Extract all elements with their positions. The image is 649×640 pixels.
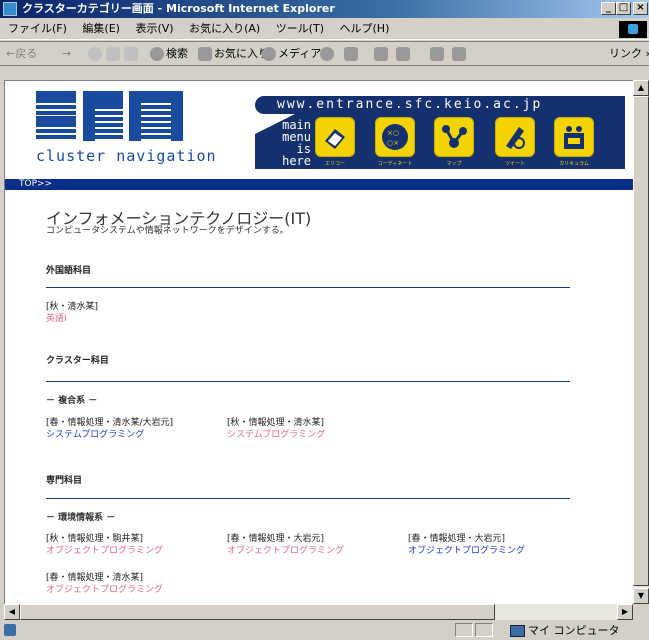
status-pane: [455, 623, 473, 637]
section-divider: [46, 381, 570, 382]
security-zone: マイ コンピュータ: [510, 622, 620, 640]
nav-label: エリコー: [324, 161, 345, 167]
history-icon[interactable]: [320, 42, 336, 65]
course-item: [秋・情報処理・駒井某] オブジェクトプログラミング: [46, 533, 226, 557]
section-divider: [46, 287, 570, 288]
status-pane: [475, 623, 493, 637]
home-icon[interactable]: [124, 42, 140, 65]
links-button[interactable]: リンク »: [609, 42, 649, 65]
back-button[interactable]: ←戻る: [6, 42, 37, 65]
nav-write-button[interactable]: [495, 117, 535, 157]
page-subtitle: コンピュータシステムや情報ネットワークをデザインする。: [46, 226, 289, 236]
menu-edit[interactable]: 編集(E): [82, 22, 120, 35]
forward-button[interactable]: →: [62, 42, 71, 65]
search-icon: [150, 47, 164, 61]
logo-caption: cluster navigation: [36, 147, 217, 165]
section-heading-cluster: クラスター科目: [46, 356, 109, 366]
search-button[interactable]: 検索: [150, 42, 188, 65]
main-menu-label: main menu is here: [282, 118, 311, 168]
page-status-icon: [4, 624, 16, 636]
menu-file[interactable]: ファイル(F): [8, 22, 67, 35]
favorites-icon: [198, 47, 212, 61]
scroll-thumb[interactable]: [633, 96, 649, 586]
nav-coordinate-button[interactable]: ×○ ○×: [375, 117, 415, 157]
ie-icon: [3, 2, 17, 16]
messenger-icon[interactable]: [452, 42, 468, 65]
course-item: [春・情報処理・大岩元] オブジェクトプログラミング: [408, 533, 588, 557]
media-button[interactable]: メディア: [262, 42, 321, 65]
network-icon: [442, 125, 467, 148]
scroll-thumb[interactable]: [20, 604, 495, 620]
breadcrumb-bar: [5, 179, 634, 190]
horizontal-scrollbar[interactable]: ◀ ▶: [4, 604, 633, 620]
computer-icon: [510, 625, 525, 637]
course-item: [秋・清水某] 英語I: [46, 301, 226, 325]
media-icon: [262, 47, 276, 61]
course-link[interactable]: オブジェクトプログラミング: [408, 545, 588, 557]
course-link[interactable]: システムプログラミング: [46, 429, 226, 441]
menu-help[interactable]: ヘルプ(H): [340, 22, 390, 35]
scroll-right-icon[interactable]: ▶: [617, 604, 633, 620]
robot-icon: [564, 126, 584, 149]
course-link[interactable]: オブジェクトプログラミング: [46, 584, 226, 596]
course-item: [秋・情報処理・清水某] システムプログラミング: [227, 417, 407, 441]
nav-book-button[interactable]: [315, 117, 355, 157]
browser-window: クラスターカテゴリー画面 - Microsoft Internet Explor…: [0, 0, 649, 639]
menu-tools[interactable]: ツール(T): [276, 22, 324, 35]
title-bar: クラスターカテゴリー画面 - Microsoft Internet Explor…: [0, 0, 649, 18]
scroll-up-icon[interactable]: ▲: [633, 80, 649, 96]
edit-icon[interactable]: [396, 42, 412, 65]
refresh-icon[interactable]: [106, 42, 122, 65]
favorites-button[interactable]: お気に入り: [198, 42, 269, 65]
course-link[interactable]: オブジェクトプログラミング: [46, 545, 226, 557]
maximize-button[interactable]: □: [616, 2, 631, 15]
scroll-left-icon[interactable]: ◀: [4, 604, 20, 620]
nav-label: マップ: [446, 161, 462, 167]
course-item: [春・情報処理・清水某] オブジェクトプログラミング: [46, 572, 226, 596]
window-title: クラスターカテゴリー画面 - Microsoft Internet Explor…: [22, 2, 335, 15]
course-link[interactable]: オブジェクトプログラミング: [227, 545, 407, 557]
subsection-heading: － 複合系 －: [46, 396, 98, 406]
stop-icon[interactable]: [88, 42, 104, 65]
status-bar: マイ コンピュータ: [0, 621, 649, 639]
course-item: [春・情報処理・大岩元] オブジェクトプログラミング: [227, 533, 407, 557]
course-link[interactable]: 英語I: [46, 313, 226, 325]
nav-map-button[interactable]: [434, 117, 474, 157]
nav-curriculum-button[interactable]: [554, 117, 594, 157]
scatter-icon: ×○ ○×: [382, 124, 408, 150]
scroll-corner: [633, 604, 649, 620]
menu-view[interactable]: 表示(V): [135, 22, 173, 35]
minimize-button[interactable]: _: [601, 2, 616, 15]
book-icon: [325, 129, 345, 149]
section-divider: [46, 498, 570, 499]
site-header: cluster navigation www.entrance.sfc.keio…: [5, 81, 634, 179]
menu-bar: ファイル(F) 編集(E) 表示(V) お気に入り(A) ツール(T) ヘルプ(…: [0, 19, 649, 40]
breadcrumb[interactable]: TOP>>: [19, 179, 52, 190]
menu-favorites[interactable]: お気に入り(A): [189, 22, 260, 35]
svg-text:○×: ○×: [387, 139, 399, 147]
course-item: [春・情報処理・清水某/大岩元] システムプログラミング: [46, 417, 226, 441]
vertical-scrollbar[interactable]: ▲ ▼: [633, 80, 649, 604]
page-viewport: cluster navigation www.entrance.sfc.keio…: [4, 80, 634, 605]
toolbar: ←戻る → 検索 お気に入り メディア リンク »: [0, 41, 649, 66]
windows-logo-icon: [619, 21, 647, 38]
close-button[interactable]: ×: [633, 2, 648, 15]
subsection-heading: － 環境情報系 －: [46, 513, 116, 523]
section-heading-major: 専門科目: [46, 476, 83, 486]
site-url: www.entrance.sfc.keio.ac.jp: [277, 97, 543, 112]
discuss-icon[interactable]: [430, 42, 446, 65]
writing-icon: [506, 127, 525, 149]
print-icon[interactable]: [374, 42, 390, 65]
svg-text:×○: ×○: [387, 129, 399, 137]
section-heading-foreign: 外国語科目: [46, 266, 92, 276]
nav-label: コーディネート: [377, 161, 413, 167]
course-link[interactable]: システムプログラミング: [227, 429, 407, 441]
mail-icon[interactable]: [344, 42, 360, 65]
nav-label: カリキュラム: [559, 161, 589, 167]
nav-label: ツイート: [504, 161, 525, 167]
scroll-down-icon[interactable]: ▼: [633, 588, 649, 604]
